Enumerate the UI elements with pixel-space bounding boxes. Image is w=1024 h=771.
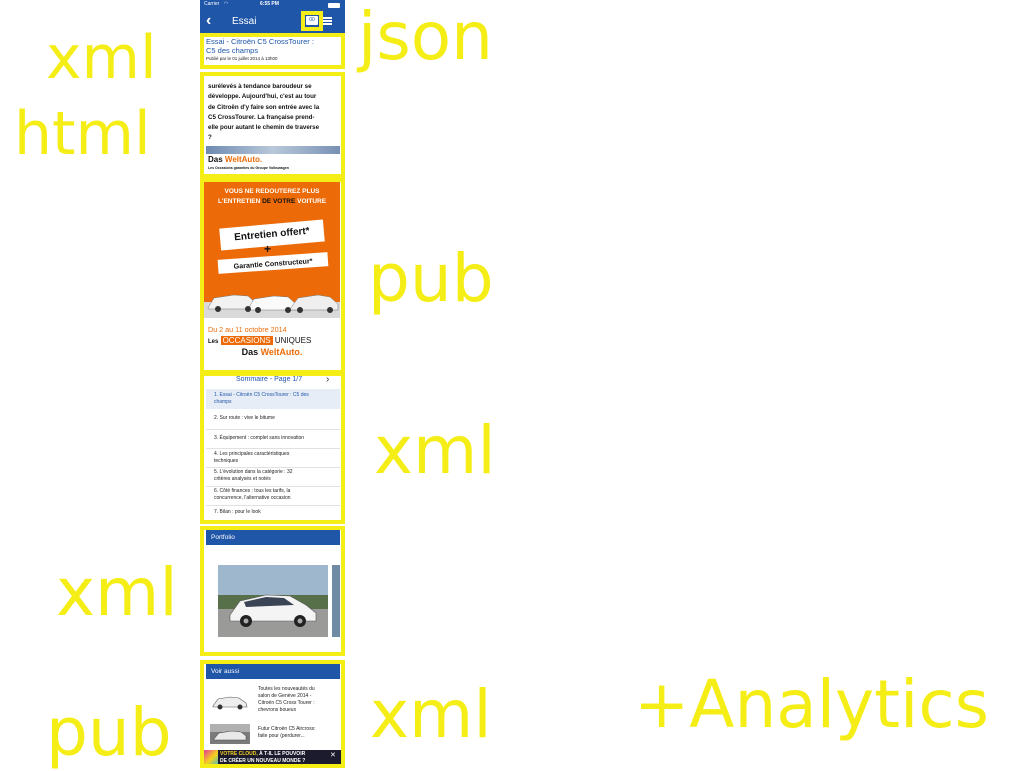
annotation-box-portfolio bbox=[200, 526, 345, 656]
label-analytics: +Analytics bbox=[634, 666, 990, 743]
carrier-label: Carrier bbox=[204, 1, 220, 7]
annotation-box-header bbox=[200, 33, 345, 69]
back-chevron-icon[interactable]: ‹ bbox=[206, 12, 211, 30]
label-pub-ad: pub bbox=[368, 240, 494, 317]
annotation-box-see-also bbox=[200, 660, 345, 768]
nav-title: Essai bbox=[232, 16, 257, 27]
label-xml-portfolio: xml bbox=[56, 554, 178, 631]
annotation-box-ad bbox=[200, 178, 345, 374]
status-time: 6:55 PM bbox=[260, 1, 279, 7]
annotation-box-summary bbox=[200, 372, 345, 524]
annotation-box-body bbox=[200, 72, 345, 178]
nav-bar: ‹ Essai 00 bbox=[200, 10, 345, 34]
label-pub-bottom: pub bbox=[46, 694, 172, 771]
label-xml-see-also: xml bbox=[370, 676, 492, 753]
status-bar: Carrier ◠ 6:55 PM bbox=[200, 0, 345, 10]
label-xml-header: xml bbox=[46, 23, 157, 93]
wifi-icon: ◠ bbox=[224, 1, 229, 7]
label-json: json bbox=[358, 0, 493, 75]
battery-icon bbox=[328, 3, 340, 8]
label-html: html bbox=[14, 99, 151, 169]
label-xml-summary: xml bbox=[374, 412, 496, 489]
menu-icon[interactable] bbox=[322, 17, 332, 25]
annotation-box-badge bbox=[301, 11, 323, 31]
